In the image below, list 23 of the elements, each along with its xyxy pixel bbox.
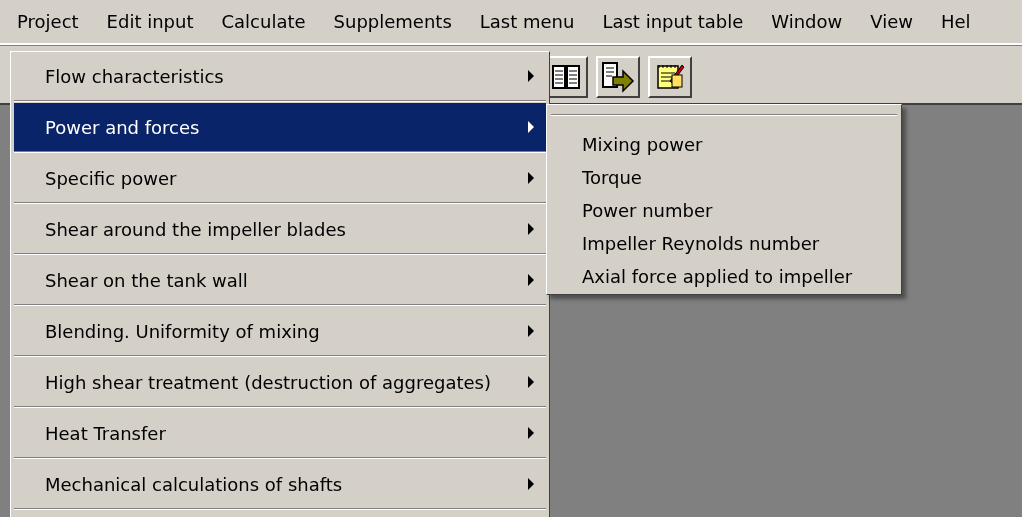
menu-item[interactable]: Flow characteristics bbox=[14, 52, 546, 101]
menu-bar-item[interactable]: Edit input bbox=[95, 11, 205, 32]
menu-bar-item[interactable]: Calculate bbox=[210, 11, 317, 32]
submenu-item[interactable]: Power number bbox=[551, 194, 897, 227]
menu-item[interactable]: Mechanical calculations of shafts bbox=[14, 460, 546, 509]
menu-bar-item[interactable]: Window bbox=[760, 11, 854, 32]
submenu-item[interactable]: Torque bbox=[551, 161, 897, 194]
menu-item[interactable]: Heat Transfer bbox=[14, 409, 546, 458]
submenu-item[interactable]: Axial force applied to impeller bbox=[551, 260, 897, 293]
menu-bar-item[interactable]: Hel bbox=[929, 11, 982, 32]
menu-bar-item[interactable]: Last menu bbox=[468, 11, 586, 32]
submenu-item[interactable]: Mixing power bbox=[551, 128, 897, 161]
menu-bar-item[interactable]: Last input table bbox=[591, 11, 755, 32]
menu-item[interactable]: Blending. Uniformity of mixing bbox=[14, 307, 546, 356]
menu-bar-item[interactable]: Supplements bbox=[322, 11, 463, 32]
menu-bar-item[interactable]: Project bbox=[6, 11, 90, 32]
menu-item[interactable]: Shear around the impeller blades bbox=[14, 205, 546, 254]
menu-bar-item[interactable]: View bbox=[859, 11, 924, 32]
menu-item[interactable]: Specific power bbox=[14, 154, 546, 203]
submenu-item[interactable]: Impeller Reynolds number bbox=[551, 227, 897, 260]
menu-item[interactable]: Power and forces bbox=[14, 103, 546, 152]
menu-item[interactable]: High shear treatment (destruction of aggregates) bbox=[14, 358, 546, 407]
menu-item[interactable]: Shear on the tank wall bbox=[14, 256, 546, 305]
